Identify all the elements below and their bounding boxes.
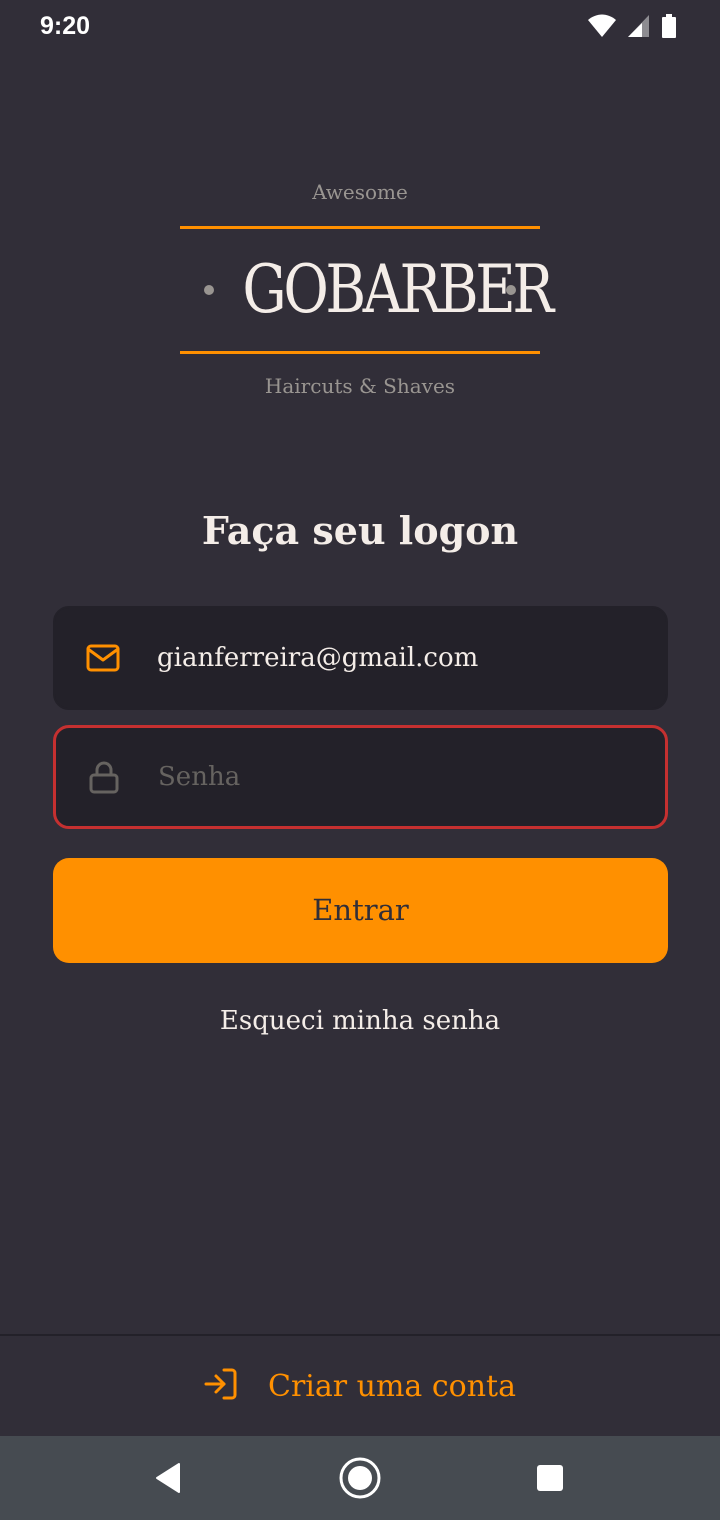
nav-home-button[interactable] — [336, 1454, 384, 1502]
logo-dot-left — [204, 285, 214, 295]
battery-icon — [662, 14, 676, 38]
log-in-icon — [204, 1368, 238, 1404]
create-account-button[interactable]: Criar uma conta — [0, 1336, 720, 1436]
logo-tagline-top: Awesome — [312, 180, 408, 204]
status-time: 9:20 — [40, 12, 91, 40]
status-bar: 9:20 — [0, 0, 720, 56]
nav-recents-button[interactable] — [526, 1454, 574, 1502]
password-input[interactable] — [158, 762, 645, 792]
gobarber-logo: Awesome GOBARBER Haircuts & Shaves — [180, 176, 554, 406]
recents-square-icon — [537, 1465, 563, 1491]
logo-divider-bottom — [180, 351, 540, 354]
email-input[interactable] — [157, 643, 646, 673]
wifi-icon — [588, 14, 616, 37]
back-triangle-icon — [156, 1463, 180, 1493]
submit-button[interactable]: Entrar — [53, 858, 668, 963]
logo-divider-top — [180, 226, 540, 229]
create-account-label: Criar uma conta — [268, 1368, 516, 1404]
status-icons — [588, 14, 676, 38]
lock-icon — [86, 759, 122, 795]
mail-icon — [85, 640, 121, 676]
forgot-password-link[interactable]: Esqueci minha senha — [0, 1006, 720, 1036]
logo-tagline-bottom: Haircuts & Shaves — [264, 374, 456, 398]
logo-title: GOBARBER — [242, 251, 554, 328]
nav-back-button[interactable] — [144, 1454, 192, 1502]
logo-dot-right — [506, 285, 516, 295]
home-circle-icon — [339, 1457, 381, 1499]
system-nav-bar — [0, 1436, 720, 1520]
password-field[interactable] — [53, 725, 668, 829]
signal-icon — [628, 15, 649, 37]
email-field[interactable] — [53, 606, 668, 710]
page-title: Faça seu logon — [201, 508, 519, 553]
footer: Criar uma conta — [0, 1334, 720, 1436]
